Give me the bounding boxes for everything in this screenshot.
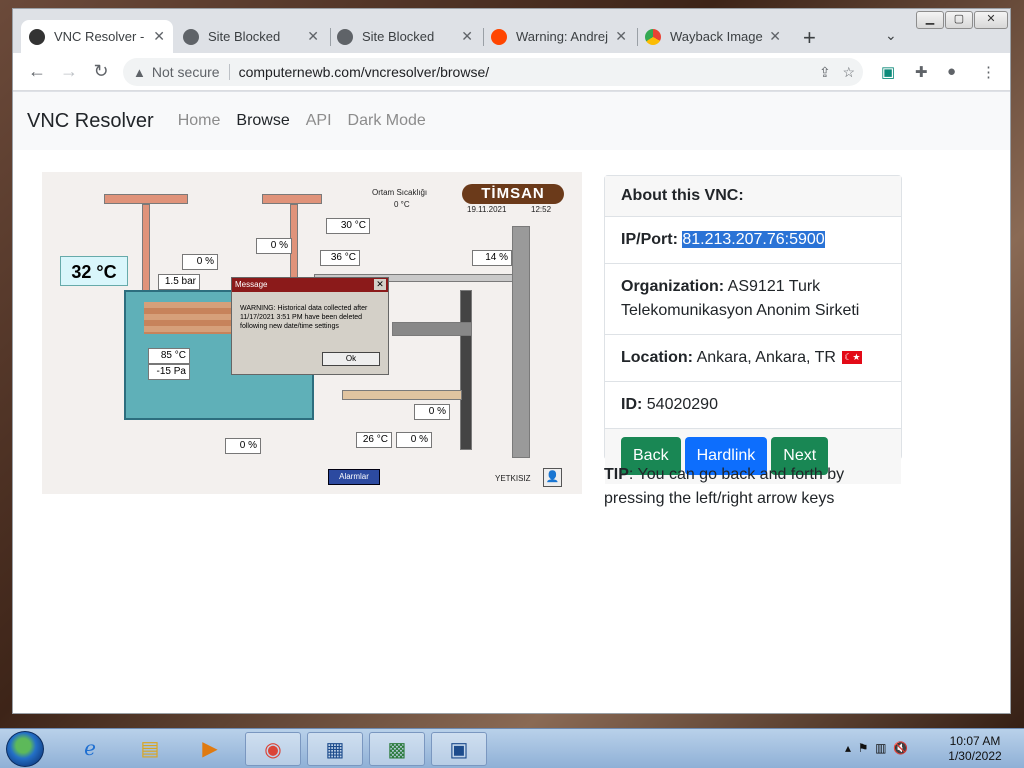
- file-explorer-icon[interactable]: ▤: [122, 732, 178, 766]
- close-icon[interactable]: ✕: [374, 279, 386, 290]
- remote-desktop-icon[interactable]: ▣: [431, 732, 487, 766]
- network-icon[interactable]: ▥: [875, 741, 886, 755]
- profile-icon[interactable]: ●: [947, 63, 956, 80]
- extension-icon[interactable]: ▣: [881, 63, 895, 81]
- organization-row: Organization: AS9121 Turk Telekomunikasy…: [605, 264, 901, 335]
- reddit-icon: [491, 28, 507, 45]
- vnc-info-card: About this VNC: IP/Port: 81.213.207.76:5…: [604, 175, 902, 484]
- menu-kebab-icon[interactable]: ⋮: [981, 63, 996, 81]
- address-bar[interactable]: ▲ Not secure computernewb.com/vncresolve…: [123, 58, 863, 86]
- taskbar-clock[interactable]: 10:07 AM 1/30/2022: [942, 734, 1008, 764]
- windows-taskbar: ℯ ▤ ▶ ◉ ▦ ▩ ▣ ▴ ⚑ ▥ 🔇 10:07 AM 1/30/2022: [0, 728, 1024, 768]
- location-row: Location: Ankara, Ankara, TR ☾★: [605, 335, 901, 382]
- not-secure-label: Not secure: [151, 64, 220, 80]
- close-icon[interactable]: ✕: [461, 28, 473, 45]
- user-icon[interactable]: 👤: [543, 468, 562, 487]
- screenshot-tool-icon[interactable]: ▩: [369, 732, 425, 766]
- alarms-button[interactable]: Alarmlar: [328, 469, 380, 485]
- browser-window: VNC Resolver - Browse ✕ Site Blocked ✕ S…: [12, 8, 1011, 714]
- vnc-screenshot: TİMSAN 19.11.2021 12:52 Ortam Sıcaklığı …: [42, 172, 582, 494]
- close-icon[interactable]: ✕: [153, 28, 165, 45]
- nav-home[interactable]: Home: [178, 112, 221, 130]
- close-icon[interactable]: ✕: [307, 28, 319, 45]
- forward-arrow-icon[interactable]: →: [58, 61, 80, 82]
- start-button[interactable]: [6, 731, 44, 767]
- maximize-button[interactable]: ▢: [945, 11, 973, 29]
- tab-search-icon[interactable]: ⌄: [885, 27, 897, 44]
- browser-toolbar: ← → ↻ ▲ Not secure computernewb.com/vncr…: [13, 53, 1010, 91]
- ip-port-value[interactable]: 81.213.207.76:5900: [682, 231, 825, 248]
- timsan-logo: TİMSAN: [462, 184, 564, 204]
- chrome-icon: [645, 28, 661, 45]
- star-icon[interactable]: ☆: [842, 64, 855, 80]
- minimize-button[interactable]: ▁: [916, 11, 944, 29]
- warning-triangle-icon: ▲: [133, 64, 146, 80]
- control-panel-icon[interactable]: ▦: [307, 732, 363, 766]
- close-icon[interactable]: ✕: [615, 28, 627, 45]
- close-window-button[interactable]: ✕: [974, 11, 1008, 29]
- close-icon[interactable]: ✕: [769, 28, 781, 45]
- globe-icon: [337, 28, 353, 45]
- url-text[interactable]: computernewb.com/vncresolver/browse/: [239, 64, 490, 80]
- id-row: ID: 54020290: [605, 382, 901, 429]
- tab-wayback[interactable]: Wayback Images ✕: [637, 20, 789, 53]
- speaker-muted-icon[interactable]: 🔇: [893, 741, 908, 755]
- system-tray: ▴ ⚑ ▥ 🔇: [845, 741, 908, 755]
- nav-dark-mode[interactable]: Dark Mode: [348, 112, 426, 130]
- chevron-up-icon[interactable]: ▴: [845, 741, 851, 755]
- reload-icon[interactable]: ↻: [90, 61, 112, 82]
- ghost-icon: [29, 28, 45, 45]
- page-content: VNC Resolver Home Browse API Dark Mode T…: [13, 92, 1010, 713]
- tab-warning[interactable]: Warning: Andrej ✕: [483, 20, 635, 53]
- globe-icon: [183, 28, 199, 45]
- media-player-icon[interactable]: ▶: [182, 732, 238, 766]
- tab-vnc-resolver[interactable]: VNC Resolver - Browse ✕: [21, 20, 173, 53]
- ip-port-row: IP/Port: 81.213.207.76:5900: [605, 217, 901, 264]
- site-brand[interactable]: VNC Resolver: [27, 110, 154, 133]
- tab-site-blocked-2[interactable]: Site Blocked ✕: [329, 20, 481, 53]
- internet-explorer-icon[interactable]: ℯ: [62, 732, 118, 766]
- tab-strip: VNC Resolver - Browse ✕ Site Blocked ✕ S…: [13, 9, 1010, 53]
- boiler-temp-display: 32 °C: [60, 256, 128, 286]
- turkey-flag-icon: ☾★: [842, 351, 863, 365]
- nav-api[interactable]: API: [306, 112, 332, 130]
- tip-text: TIP: You can go back and forth by pressi…: [604, 466, 845, 507]
- puzzle-icon[interactable]: ✚: [915, 63, 928, 81]
- flag-icon[interactable]: ⚑: [858, 741, 869, 755]
- back-arrow-icon[interactable]: ←: [26, 61, 48, 82]
- site-navbar: VNC Resolver Home Browse API Dark Mode: [13, 92, 1010, 150]
- new-tab-button[interactable]: +: [803, 25, 816, 51]
- dialog-ok-button[interactable]: Ok: [322, 352, 380, 366]
- card-header: About this VNC:: [605, 176, 901, 217]
- share-icon[interactable]: ⇪: [819, 64, 831, 80]
- nav-browse[interactable]: Browse: [236, 112, 289, 130]
- tab-site-blocked-1[interactable]: Site Blocked ✕: [175, 20, 327, 53]
- chrome-icon[interactable]: ◉: [245, 732, 301, 766]
- warning-dialog: Message ✕ WARNING: Historical data collec…: [231, 277, 389, 375]
